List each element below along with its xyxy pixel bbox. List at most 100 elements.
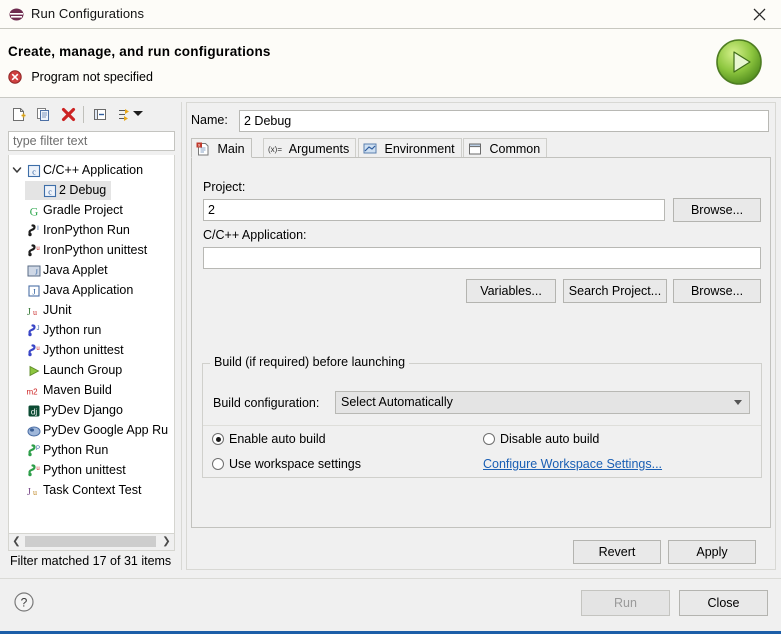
tree-horizontal-scrollbar[interactable]: ❮ ❯ [8,534,175,551]
tab-arguments[interactable]: (x)= Arguments [263,138,357,158]
tree-item-ironpython-run[interactable]: I IronPython Run [9,220,174,240]
svg-text:c: c [48,188,52,197]
tab-environment[interactable]: Environment [358,138,462,158]
tree-item-gradle-project[interactable]: G Gradle Project [9,200,174,220]
c-app-icon: c [25,161,43,181]
tree-item-hit-area[interactable]: m2 Maven Build [25,381,117,400]
search-project-button[interactable]: Search Project... [563,279,667,303]
scroll-left-icon[interactable]: ❮ [9,534,24,549]
tree-item-pydev-django[interactable]: dj PyDev Django [9,400,174,420]
application-browse-button[interactable]: Browse... [673,279,761,303]
apply-button[interactable]: Apply [668,540,756,564]
scrollbar-thumb[interactable] [25,536,156,547]
application-label: C/C++ Application: [203,228,307,242]
tree-item-junit[interactable]: Ju JUnit [9,300,174,320]
tree-item-hit-area[interactable]: I IronPython Run [25,221,135,240]
tab-common[interactable]: Common [463,138,548,158]
status-message: Program not specified [8,70,153,88]
tree-item-maven-build[interactable]: m2 Maven Build [9,380,174,400]
ironpython-unittest-icon: u [25,241,43,261]
window-bottom-edge [0,630,781,634]
toolbar-separator [83,106,84,123]
tree-item-hit-area[interactable]: Launch Group [25,361,127,380]
configurations-sidebar: c C/C++ Application c 2 Debug G Gradle Projec… [5,102,181,570]
tree-item-label: IronPython unittest [43,243,148,257]
svg-text:c: c [32,168,36,177]
filter-arrows-icon[interactable] [113,104,135,125]
application-input[interactable] [203,247,761,269]
tree-item-hit-area[interactable]: J Java Applet [25,261,113,280]
help-question-icon[interactable]: ? [13,591,35,613]
status-text: Program not specified [31,70,153,84]
tree-item-java-applet[interactable]: J Java Applet [9,260,174,280]
close-button[interactable]: Close [679,590,768,616]
close-icon[interactable] [746,4,772,26]
tree-item-hit-area[interactable]: J Jython run [25,321,106,340]
variables-button[interactable]: Variables... [466,279,556,303]
tree-item-hit-area[interactable]: G Gradle Project [25,201,128,220]
run-button[interactable]: Run [581,590,670,616]
tree-item-jython-unittest[interactable]: u Jython unittest [9,340,174,360]
revert-button[interactable]: Revert [573,540,661,564]
configuration-types-tree[interactable]: c C/C++ Application c 2 Debug G Gradle Projec… [8,155,175,534]
tree-item-pydev-google-app-ru[interactable]: PyDev Google App Ru [9,420,174,440]
jython-run-icon: J [25,321,43,341]
tree-item-hit-area[interactable]: c 2 Debug [25,181,112,201]
configure-workspace-settings-link[interactable]: Configure Workspace Settings... [483,457,662,471]
tree-item-python-run[interactable]: P Python Run [9,440,174,460]
tree-item-hit-area[interactable]: Ju JUnit [25,301,76,320]
collapse-all-icon[interactable] [89,104,111,125]
tree-item-hit-area[interactable]: u IronPython unittest [25,241,152,260]
tree-item-launch-group[interactable]: Launch Group [9,360,174,380]
build-group-divider [203,425,761,426]
radio-use-workspace-settings[interactable]: Use workspace settings [212,457,361,471]
common-tab-icon [468,142,483,156]
tree-item-python-unittest[interactable]: u Python unittest [9,460,174,480]
tree-item-c-c-application[interactable]: c C/C++ Application [9,160,174,180]
project-browse-button[interactable]: Browse... [673,198,761,222]
google-app-engine-icon [25,421,43,441]
tree-item-hit-area[interactable]: dj PyDev Django [25,401,128,420]
tree-item-jython-run[interactable]: J Jython run [9,320,174,340]
radio-disable-auto-build[interactable]: Disable auto build [483,432,599,446]
tree-item-label: Java Application [43,283,134,297]
project-input[interactable] [203,199,665,221]
scroll-right-icon[interactable]: ❯ [159,534,174,549]
tree-item-ironpython-unittest[interactable]: u IronPython unittest [9,240,174,260]
build-configuration-select[interactable]: Select Automatically [335,391,750,414]
tree-rows-container: c C/C++ Application c 2 Debug G Gradle Projec… [9,160,174,500]
radio-label: Disable auto build [500,432,600,446]
tree-item-task-context-test[interactable]: Ju Task Context Test [9,480,174,500]
tree-item-java-application[interactable]: J Java Application [9,280,174,300]
tree-item-2-debug[interactable]: c 2 Debug [9,180,174,200]
duplicate-configuration-button[interactable] [32,104,54,125]
tree-item-hit-area[interactable]: Ju Task Context Test [25,481,146,500]
configuration-name-input[interactable] [239,110,769,132]
tree-item-label: Gradle Project [43,203,123,217]
svg-text:P: P [36,446,40,452]
tree-item-hit-area[interactable]: PyDev Google App Ru [25,421,173,440]
ironpython-run-icon: I [25,221,43,241]
tab-main[interactable]: x Main [191,138,252,158]
tree-item-hit-area[interactable]: c C/C++ Application [25,161,148,180]
radio-label: Use workspace settings [229,457,362,471]
green-run-play-icon[interactable] [715,38,763,86]
radio-enable-auto-build[interactable]: Enable auto build [212,432,326,446]
tree-item-hit-area[interactable]: u Python unittest [25,461,131,480]
build-configuration-value: Select Automatically [341,395,453,409]
tree-item-hit-area[interactable]: u Jython unittest [25,341,129,360]
new-configuration-button[interactable] [7,104,29,125]
tree-item-hit-area[interactable]: P Python Run [25,441,113,460]
tree-item-hit-area[interactable]: J Java Application [25,281,138,300]
search-input[interactable] [8,131,175,151]
radio-label: Enable auto build [229,432,326,446]
red-x-delete-icon[interactable] [57,104,79,125]
svg-text:G: G [30,205,39,219]
chevron-down-icon[interactable] [133,111,143,116]
